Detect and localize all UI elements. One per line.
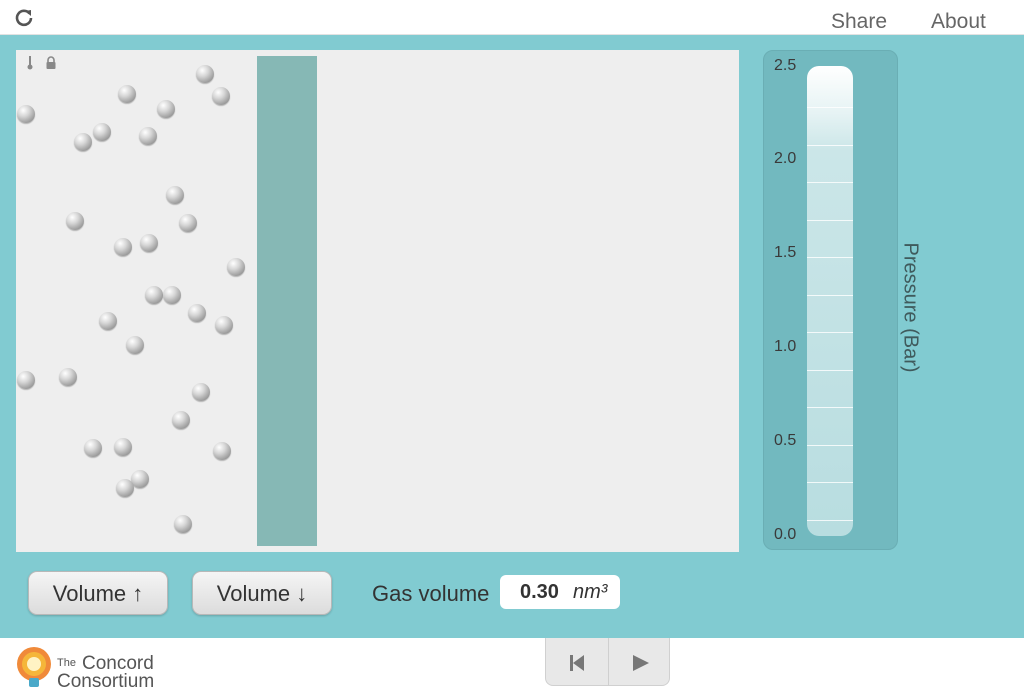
thermometer-icon <box>27 56 33 70</box>
gas-molecule <box>59 368 77 386</box>
gas-molecule <box>192 383 210 401</box>
gauge-tick-label: 2.0 <box>774 150 797 167</box>
pressure-gauge: 2.5 2.0 1.5 1.0 0.5 0.0 Pressure (Bar) <box>763 50 922 550</box>
logo-consortium: Consortium <box>57 671 155 692</box>
gas-volume-value: 0.30 <box>520 581 559 603</box>
gas-molecule <box>145 286 163 304</box>
gauge-gridline <box>807 482 853 483</box>
volume-down-button[interactable]: Volume ↓ <box>192 571 332 615</box>
gas-molecule <box>93 123 111 141</box>
gas-molecule <box>213 442 231 460</box>
gas-molecule <box>166 186 184 204</box>
gauge-gridline <box>807 520 853 521</box>
gas-molecule <box>179 214 197 232</box>
gas-molecule <box>74 133 92 151</box>
pressure-gauge-label: Pressure (Bar) <box>899 242 922 373</box>
gauge-tick-label: 0.0 <box>774 526 797 543</box>
reload-icon[interactable] <box>14 8 34 28</box>
gas-molecule <box>99 312 117 330</box>
sim-status-icons <box>26 56 58 73</box>
play-icon <box>633 655 649 671</box>
gas-molecule <box>157 100 175 118</box>
concord-logo[interactable]: The Concord Consortium <box>12 644 172 692</box>
share-link[interactable]: Share <box>831 10 887 34</box>
gas-molecule <box>17 371 35 389</box>
piston[interactable] <box>257 56 317 546</box>
gauge-gridline <box>807 182 853 183</box>
gauge-gridline <box>807 370 853 371</box>
logo-the: The <box>57 657 76 669</box>
gauge-gridline <box>807 332 853 333</box>
gauge-gridline <box>807 107 853 108</box>
gauge-gridline <box>807 257 853 258</box>
gas-molecule <box>17 105 35 123</box>
gas-molecule <box>118 85 136 103</box>
gauge-gridline <box>807 407 853 408</box>
gas-molecule <box>172 411 190 429</box>
gauge-tick-label: 1.5 <box>774 244 797 261</box>
rewind-button[interactable] <box>546 638 608 686</box>
simulation-panel: 2.5 2.0 1.5 1.0 0.5 0.0 Pressure (Bar) V… <box>0 35 1024 638</box>
gas-molecule <box>227 258 245 276</box>
gas-molecule <box>140 234 158 252</box>
gauge-tick-label: 0.5 <box>774 432 797 449</box>
gauge-gridline <box>807 145 853 146</box>
gas-volume-label: Gas volume <box>372 581 490 606</box>
pressure-gauge-tube <box>807 66 853 536</box>
rewind-icon <box>570 655 584 671</box>
gauge-gridline <box>807 445 853 446</box>
gas-molecule <box>116 479 134 497</box>
gas-volume-readout: 0.30 nm³ <box>500 575 620 609</box>
gas-molecule <box>188 304 206 322</box>
volume-up-button[interactable]: Volume ↑ <box>28 571 168 615</box>
gauge-gridline <box>807 220 853 221</box>
lock-icon <box>46 56 56 69</box>
playback-controls <box>545 638 670 686</box>
play-button[interactable] <box>609 638 671 686</box>
gas-molecule <box>114 438 132 456</box>
gas-molecule <box>84 439 102 457</box>
gas-molecule <box>66 212 84 230</box>
concord-lightbulb-icon <box>17 647 51 687</box>
gas-molecule <box>215 316 233 334</box>
gauge-tick-label: 2.5 <box>774 57 797 74</box>
footer: The Concord Consortium <box>0 638 1024 695</box>
gas-molecule <box>196 65 214 83</box>
gas-molecule <box>126 336 144 354</box>
gauge-gridline <box>807 295 853 296</box>
gas-molecule <box>212 87 230 105</box>
gas-molecule <box>163 286 181 304</box>
gas-container <box>16 50 739 552</box>
gas-molecule <box>114 238 132 256</box>
about-link[interactable]: About <box>931 10 986 34</box>
gas-molecule <box>139 127 157 145</box>
top-bar: Share About <box>0 0 1024 35</box>
gauge-tick-label: 1.0 <box>774 338 797 355</box>
gas-volume-unit: nm³ <box>573 581 608 603</box>
gas-molecule <box>174 515 192 533</box>
